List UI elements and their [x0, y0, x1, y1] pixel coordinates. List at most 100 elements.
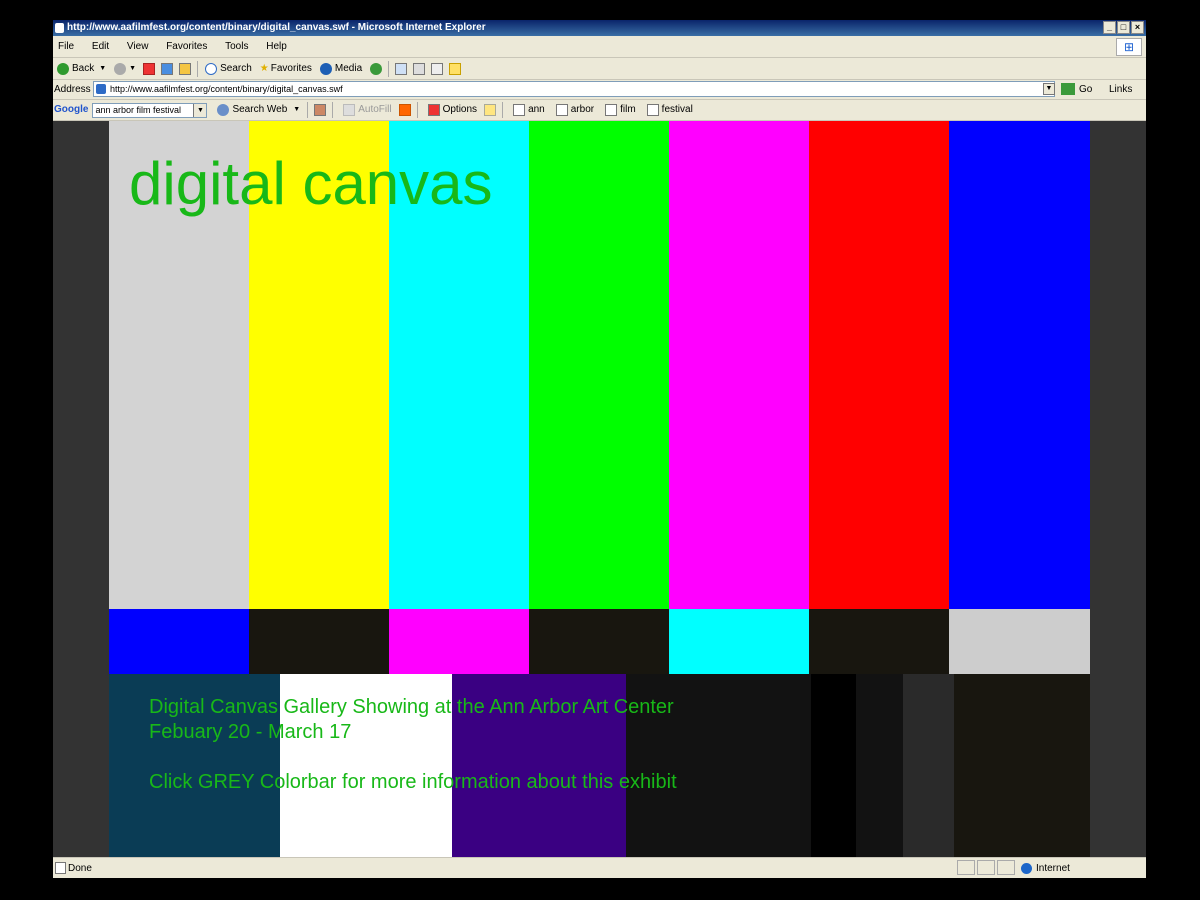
maximize-button[interactable]: □	[1117, 21, 1130, 34]
title-bar: http://www.aafilmfest.org/content/binary…	[53, 20, 1146, 36]
options-button[interactable]: Options	[425, 100, 477, 120]
media-label: Media	[334, 63, 363, 74]
colorbar-magenta	[669, 121, 809, 609]
colorbar-blue	[949, 121, 1090, 609]
google-search-query: ann arbor film festival	[95, 104, 181, 115]
flash-colorbars: digital canvas Digital Canvas Gallery Sh…	[109, 121, 1090, 857]
stop-icon[interactable]	[143, 62, 156, 75]
colorbar-bottom-pluge	[856, 674, 903, 857]
search-term-label: ann	[528, 104, 545, 115]
colorbar-green	[529, 121, 669, 609]
chevron-down-icon: ▼	[99, 65, 107, 72]
search-term-label: film	[620, 104, 636, 115]
menu-file[interactable]: File	[58, 41, 74, 52]
toolbar-separator	[416, 102, 418, 118]
favorites-button[interactable]: ★ Favorites	[260, 58, 312, 79]
menu-tools[interactable]: Tools	[225, 41, 248, 52]
page-done-icon	[55, 862, 66, 874]
colorbar-middle-magenta	[389, 609, 529, 674]
search-term-icon	[605, 104, 618, 116]
address-label: Address	[54, 84, 91, 95]
back-arrow-icon	[57, 62, 69, 75]
address-dropdown-button[interactable]: ▼	[1043, 83, 1055, 95]
home-icon[interactable]	[179, 62, 192, 75]
address-url: http://www.aafilmfest.org/content/binary…	[110, 84, 343, 94]
chevron-down-icon[interactable]: ▼	[193, 103, 207, 117]
search-button[interactable]: Search	[205, 58, 252, 79]
exhibit-cta: Click GREY Colorbar for more information…	[149, 771, 677, 793]
media-icon	[319, 62, 332, 75]
search-term-arbor[interactable]: arbor	[553, 100, 594, 120]
colorbar-bottom-pluge	[811, 674, 856, 857]
google-toolbar: Google ann arbor film festival ▼ Search …	[53, 100, 1146, 121]
status-bar: Done Internet	[53, 857, 1146, 879]
mail-icon[interactable]	[395, 62, 408, 75]
go-button[interactable]: Go	[1061, 80, 1092, 99]
browser-window: http://www.aafilmfest.org/content/binary…	[53, 20, 1146, 878]
window-controls: _ □ ×	[1103, 21, 1144, 34]
search-term-label: arbor	[570, 104, 595, 115]
history-icon[interactable]	[370, 62, 383, 75]
address-bar: Address http://www.aafilmfest.org/conten…	[53, 80, 1146, 100]
google-search-input[interactable]: ann arbor film festival ▼	[92, 102, 208, 118]
binoculars-icon	[217, 104, 230, 116]
globe-icon	[1021, 862, 1032, 874]
menu-favorites[interactable]: Favorites	[166, 41, 207, 52]
colorbar-middle-black	[809, 609, 949, 674]
exhibit-info: Digital Canvas Gallery Showing at the An…	[149, 695, 677, 795]
forward-button[interactable]: ▼	[114, 58, 136, 79]
search-icon	[205, 62, 218, 75]
back-button[interactable]: Back ▼	[57, 58, 106, 79]
minimize-button[interactable]: _	[1103, 21, 1116, 34]
menu-help[interactable]: Help	[266, 41, 287, 52]
windows-logo-icon: ⊞	[1116, 38, 1142, 56]
chevron-down-icon: ▼	[129, 65, 137, 72]
menu-view[interactable]: View	[127, 41, 149, 52]
options-icon	[427, 104, 440, 116]
media-button[interactable]: Media	[319, 58, 363, 79]
search-term-film[interactable]: film	[602, 100, 636, 120]
page-icon	[96, 84, 106, 94]
search-term-ann[interactable]: ann	[510, 100, 545, 120]
colorbar-bottom-black	[954, 674, 1090, 857]
print-icon[interactable]	[413, 62, 426, 75]
status-pane	[957, 860, 975, 875]
messenger-icon[interactable]	[449, 62, 462, 75]
autofill-icon	[343, 104, 356, 116]
edit-icon[interactable]	[431, 62, 444, 75]
status-text: Done	[68, 863, 92, 874]
links-button[interactable]: Links	[1109, 80, 1132, 99]
menu-edit[interactable]: Edit	[92, 41, 109, 52]
standard-toolbar: Back ▼ ▼ Search ★ Favorites Media	[53, 58, 1146, 80]
autofill-button[interactable]: AutoFill	[340, 100, 392, 120]
close-button[interactable]: ×	[1131, 21, 1144, 34]
options-label: Options	[442, 104, 478, 115]
google-logo[interactable]: Google	[54, 100, 88, 120]
blogger-icon[interactable]	[398, 104, 411, 116]
toolbar-separator	[332, 102, 334, 118]
window-title: http://www.aafilmfest.org/content/binary…	[67, 22, 486, 33]
search-web-label: Search Web	[232, 104, 288, 115]
colorbar-bottom-pluge	[903, 674, 954, 857]
toolbar-separator	[197, 60, 199, 77]
search-term-icon	[513, 104, 526, 116]
search-term-label: festival	[661, 104, 693, 115]
search-web-button[interactable]: Search Web ▼	[217, 100, 300, 120]
forward-arrow-icon	[114, 62, 127, 75]
refresh-icon[interactable]	[161, 62, 174, 75]
toolbar-separator	[502, 102, 504, 118]
colorbar-middle-grey[interactable]	[949, 609, 1090, 674]
toolbar-separator	[388, 60, 390, 77]
colorbar-middle-cyan	[669, 609, 809, 674]
back-label: Back	[72, 63, 95, 74]
address-input[interactable]: http://www.aafilmfest.org/content/binary…	[93, 81, 1055, 97]
security-zone: Internet	[1021, 858, 1070, 879]
status-pane	[997, 860, 1015, 875]
page-content: digital canvas Digital Canvas Gallery Sh…	[53, 121, 1146, 857]
highlighter-icon[interactable]	[484, 104, 497, 116]
search-term-icon	[646, 104, 659, 116]
pagerank-icon[interactable]	[314, 104, 327, 116]
exhibit-dates: Febuary 20 - March 17	[149, 721, 352, 743]
search-term-festival[interactable]: festival	[644, 100, 693, 120]
